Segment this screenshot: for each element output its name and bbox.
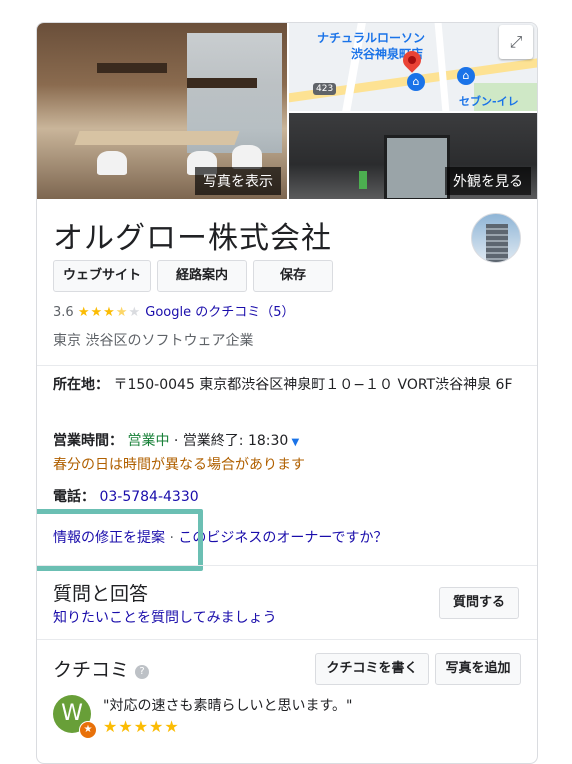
route-number: 423 [313, 83, 337, 95]
lamp-decor [187, 78, 257, 88]
closing-time[interactable]: 営業終了: 18:30 [183, 433, 289, 449]
help-icon[interactable]: ? [135, 665, 150, 679]
business-category: 東京 渋谷区のソフトウェア企業 [53, 333, 254, 349]
rating-value: 3.6 [53, 305, 74, 320]
rating-row: 3.6 ★★★★★ Google のクチコミ（5） [53, 301, 295, 320]
chair-decor [97, 151, 127, 175]
star-half-icon: ★ [115, 305, 129, 320]
open-status: 営業中 [127, 433, 170, 449]
star-empty-icon: ★ [128, 305, 142, 320]
local-guide-star-icon: ★ [79, 721, 97, 739]
table-decor [74, 131, 240, 145]
divider [37, 639, 537, 640]
divider [37, 565, 537, 566]
star-filled-icon: ★★★ [77, 305, 116, 320]
hours-label: 営業時間： [53, 433, 123, 449]
save-button[interactable]: 保存 [253, 260, 333, 292]
owner-claim-link[interactable]: このビジネスのオーナーですか？ [178, 530, 387, 546]
reviews-link[interactable]: Google のクチコミ（5） [145, 305, 294, 320]
reviews-heading-row: クチコミ? [53, 655, 150, 682]
address-row: 所在地： 〒150-0045 東京都渋谷区神泉町１０−１０ VORT渋谷神泉 6… [53, 373, 523, 397]
qa-heading: 質問と回答 [53, 583, 149, 605]
map-place-label: セブン-イレ [459, 95, 519, 108]
ask-question-link[interactable]: 知りたいことを質問してみましょう [53, 607, 277, 627]
hours-row: 営業時間： 営業中 · 営業終了: 18:30 ▼ [53, 429, 523, 455]
hours-note: 春分の日は時間が異なる場合があります [53, 457, 305, 473]
reviews-heading: クチコミ [53, 659, 130, 681]
map-place-label: ナチュラルローソン [317, 31, 426, 45]
chevron-down-icon[interactable]: ▼ [288, 437, 300, 448]
building-decor [486, 224, 508, 262]
chair-decor [232, 145, 262, 169]
divider [37, 365, 537, 366]
business-knowledge-panel: 写真を表示 ナチュラルローソン 渋谷神泉町店 ⌂ ⌂ 423 セブン-イレ ⤢ … [36, 22, 538, 764]
photo-strip: 写真を表示 ナチュラルローソン 渋谷神泉町店 ⌂ ⌂ 423 セブン-イレ ⤢ … [37, 23, 537, 199]
add-photo-button[interactable]: 写真を追加 [435, 653, 521, 685]
shop-icon: ⌂ [407, 73, 425, 91]
write-review-button[interactable]: クチコミを書く [315, 653, 429, 685]
address-value: 〒150-0045 東京都渋谷区神泉町１０−１０ VORT渋谷神泉 6F [113, 377, 513, 393]
phone-label: 電話： [53, 489, 95, 505]
phone-row: 電話： 03-5784-4330 [53, 485, 523, 509]
expand-map-icon[interactable]: ⤢ [499, 25, 533, 59]
review-snippet: "対応の速さも素晴らしいと思います。" [103, 698, 353, 714]
view-exterior-label[interactable]: 外観を見る [445, 167, 531, 195]
shop-icon: ⌂ [457, 67, 475, 85]
exterior-photo[interactable]: 外観を見る [289, 113, 537, 199]
ask-question-button[interactable]: 質問する [439, 587, 519, 619]
lamp-decor [97, 63, 167, 73]
hours-separator: · [169, 433, 183, 449]
phone-link[interactable]: 03-5784-4330 [99, 489, 198, 505]
building-thumbnail[interactable] [471, 213, 521, 263]
address-label: 所在地： [53, 377, 109, 393]
business-name: オルグロー株式会社 [53, 221, 332, 256]
entrance-decor [384, 135, 450, 199]
map-road [433, 23, 452, 111]
rating-stars: ★★★★★ [78, 305, 141, 320]
plant-decor [359, 171, 367, 189]
website-button[interactable]: ウェブサイト [53, 260, 151, 292]
view-photos-label[interactable]: 写真を表示 [195, 167, 281, 195]
interior-photo[interactable]: 写真を表示 [37, 23, 287, 199]
review-stars: ★★★★★ [103, 717, 180, 736]
highlight-box [37, 509, 203, 571]
directions-button[interactable]: 経路案内 [157, 260, 247, 292]
